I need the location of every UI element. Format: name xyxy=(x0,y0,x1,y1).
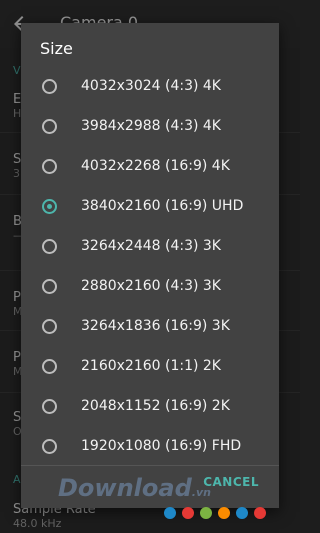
size-option-label: 4032x3024 (4:3) 4K xyxy=(81,78,221,94)
radio-button[interactable] xyxy=(42,319,57,334)
radio-button-checked[interactable] xyxy=(42,199,57,214)
watermark-dot-icon xyxy=(218,507,230,519)
dialog-title: Size xyxy=(40,39,73,58)
watermark-dot-icon xyxy=(164,507,176,519)
radio-button[interactable] xyxy=(42,399,57,414)
size-option-label: 1920x1080 (16:9) FHD xyxy=(81,438,242,454)
watermark-text: Download xyxy=(58,474,192,502)
watermark-dots xyxy=(164,507,266,519)
size-option-label: 3264x2448 (4:3) 3K xyxy=(81,238,221,254)
size-option[interactable]: 2880x2160 (4:3) 3K xyxy=(21,268,279,308)
watermark-tld: .vn xyxy=(191,486,211,499)
size-option[interactable]: 3984x2988 (4:3) 4K xyxy=(21,108,279,148)
size-option[interactable]: 2160x2160 (1:1) 2K xyxy=(21,348,279,388)
size-option-label: 3984x2988 (4:3) 4K xyxy=(81,118,221,134)
radio-button[interactable] xyxy=(42,119,57,134)
watermark-dot-icon xyxy=(254,507,266,519)
size-option[interactable]: 4032x2268 (16:9) 4K xyxy=(21,148,279,188)
radio-button[interactable] xyxy=(42,239,57,254)
size-option[interactable]: 3264x2448 (4:3) 3K xyxy=(21,228,279,268)
size-option-label: 4032x2268 (16:9) 4K xyxy=(81,158,230,174)
radio-button[interactable] xyxy=(42,159,57,174)
size-option[interactable]: 1920x1080 (16:9) FHD xyxy=(21,428,279,468)
cancel-button[interactable]: CANCEL xyxy=(203,475,259,489)
watermark-dot-icon xyxy=(200,507,212,519)
size-option[interactable]: 2048x1152 (16:9) 2K xyxy=(21,388,279,428)
screen: Camera 0 V E H S 3 B — P M P M S O A Sam… xyxy=(0,0,300,533)
size-option-label: 2048x1152 (16:9) 2K xyxy=(81,398,230,414)
radio-button[interactable] xyxy=(42,279,57,294)
watermark-dot-icon xyxy=(236,507,248,519)
size-option-label: 2880x2160 (4:3) 3K xyxy=(81,278,221,294)
divider xyxy=(21,465,279,466)
size-option[interactable]: 3264x1836 (16:9) 3K xyxy=(21,308,279,348)
watermark-logo: Download.vn xyxy=(58,474,211,502)
size-option[interactable]: 4032x3024 (4:3) 4K xyxy=(21,68,279,108)
size-option-label: 3264x1836 (16:9) 3K xyxy=(81,318,230,334)
watermark-dot-icon xyxy=(182,507,194,519)
size-option-label: 2160x2160 (1:1) 2K xyxy=(81,358,221,374)
radio-button[interactable] xyxy=(42,439,57,454)
size-option-label: 3840x2160 (16:9) UHD xyxy=(81,198,244,214)
radio-button[interactable] xyxy=(42,359,57,374)
radio-dot-icon xyxy=(47,204,52,209)
size-option-selected[interactable]: 3840x2160 (16:9) UHD xyxy=(21,188,279,228)
radio-button[interactable] xyxy=(42,79,57,94)
size-dialog: Size 4032x3024 (4:3) 4K 3984x2988 (4:3) … xyxy=(21,23,279,508)
